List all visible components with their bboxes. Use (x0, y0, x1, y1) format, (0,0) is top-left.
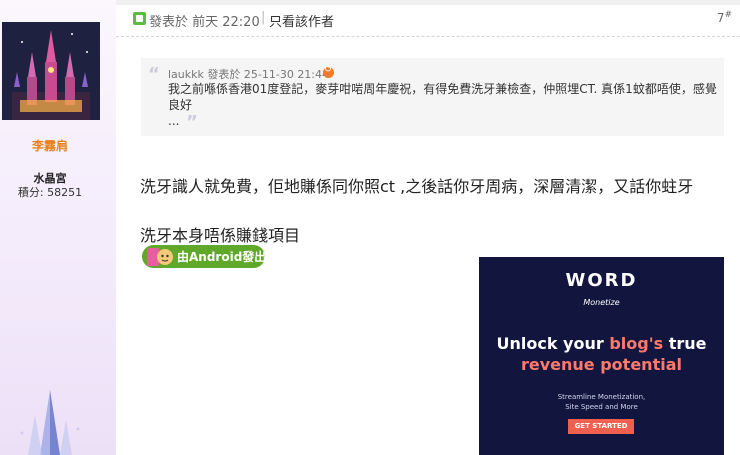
crystal-decoration-icon (20, 390, 80, 455)
post-time: 發表於 前天 22:20 (149, 15, 260, 30)
post-body-line: 洗牙識人就免費，佢地賺係同你照ct ,之後話你牙周病，深層清潔，又話你蛀牙 (140, 177, 694, 196)
header-separator: | (261, 10, 266, 25)
quote-open-icon: “ (148, 64, 160, 85)
only-author-link[interactable]: 只看該作者 (269, 11, 334, 30)
user-credits: 積分: 58251 (17, 186, 83, 199)
quote-jump-icon[interactable] (323, 64, 334, 78)
ad-cta-button[interactable]: GET STARTED (568, 419, 634, 434)
quote-close-icon: ” (186, 112, 198, 133)
android-badge-label: 由Android發出 (177, 250, 267, 264)
ad-subtext-line: Site Speed and More (565, 403, 638, 411)
ad-logo-subtitle: Monetize (583, 298, 620, 307)
ad-headline: Unlock your blog's true (479, 334, 724, 353)
ad-logo: WORD (565, 270, 638, 291)
ad-subtext: Streamline Monetization, Site Speed and M… (479, 392, 724, 412)
quote-ellipsis: ... (168, 114, 180, 128)
ad-headline-2: revenue potential (521, 355, 682, 374)
floor-mark: # (724, 10, 732, 20)
quote-text: 我之前喺係香港01度登記，麥芽咁啱周年慶祝，有得免費洗牙兼檢查，仲照埋CT. 真… (168, 82, 717, 112)
post-body-line: 洗牙本身唔係賺錢項目 (140, 226, 301, 245)
castle-avatar-image (2, 22, 100, 120)
ad-headline-a: Unlock your (496, 334, 610, 353)
ad-subtext-line: Streamline Monetization, (557, 393, 646, 401)
user-sidebar: 李霧肩 水晶宮 積分: 58251 (0, 0, 116, 455)
ad-headline-c: true (663, 334, 707, 353)
username[interactable]: 李霧肩 (0, 137, 100, 154)
quote-time: 發表於 25-11-30 21:44 (207, 68, 330, 81)
quote-author[interactable]: laukkk (168, 68, 204, 81)
online-status-icon (133, 12, 146, 25)
avatar[interactable] (2, 22, 100, 120)
floor-number[interactable]: 7# (717, 10, 732, 25)
quote-meta: laukkk 發表於 25-11-30 21:44 (168, 66, 329, 82)
android-mascot-icon (147, 248, 173, 266)
ad-headline-b: blog's (609, 334, 664, 353)
